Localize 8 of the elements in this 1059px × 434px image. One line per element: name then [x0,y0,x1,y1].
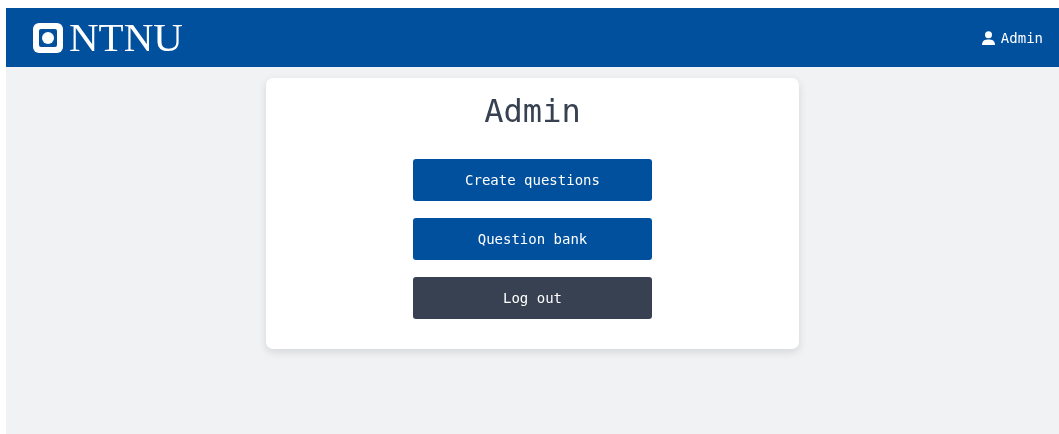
user-name[interactable]: Admin [1000,29,1043,46]
menu-button[interactable]: Log out [413,277,652,319]
logo-icon [33,22,63,53]
user-icon [981,30,995,45]
menu-button[interactable]: Question bank [413,218,652,260]
menu-button[interactable]: Create questions [413,159,652,201]
logo-text: NTNU [69,17,183,58]
page-title: Admin [484,91,581,131]
